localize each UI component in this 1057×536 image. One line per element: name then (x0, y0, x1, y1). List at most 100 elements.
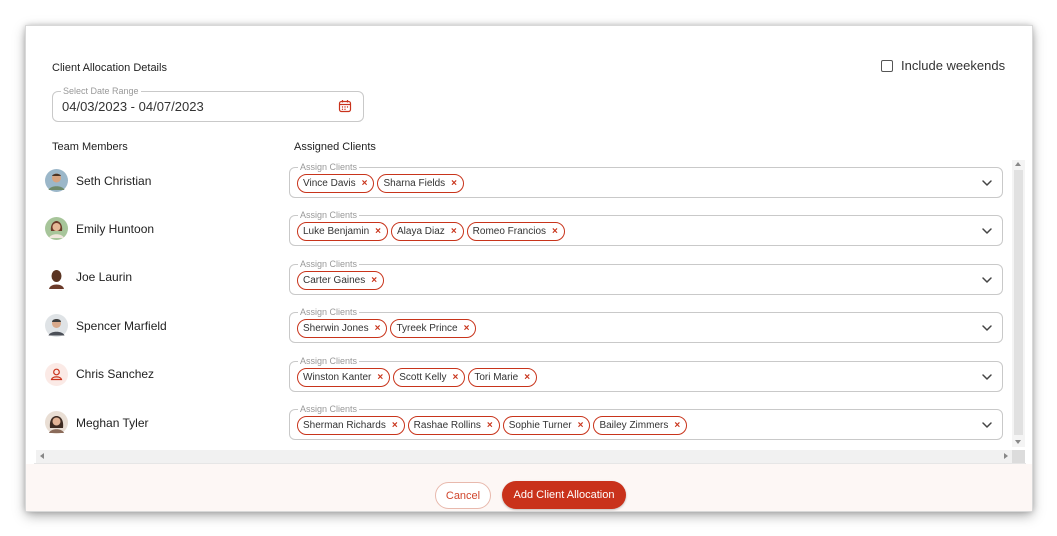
date-range-field[interactable]: Select Date Range 04/03/2023 - 04/07/202… (52, 85, 364, 122)
allocation-row: Meghan Tyler Assign Clients Sherman Richar… (34, 402, 1010, 446)
scroll-up-icon[interactable] (1015, 162, 1021, 166)
allocation-details-panel: Client Allocation Details Include weeken… (34, 30, 1026, 464)
client-chip[interactable]: Sharna Fields × (377, 174, 465, 193)
client-chip[interactable]: Sherman Richards × (297, 416, 405, 435)
client-chip[interactable]: Alaya Diaz × (391, 222, 464, 242)
remove-chip-icon[interactable]: × (375, 323, 381, 334)
include-weekends-toggle[interactable]: Include weekends (881, 58, 1005, 73)
client-chip[interactable]: Bailey Zimmers × (593, 416, 688, 435)
avatar-meghan-tyler (45, 411, 68, 434)
client-chip[interactable]: Vince Davis × (297, 174, 375, 193)
remove-chip-icon[interactable]: × (524, 372, 530, 383)
scroll-right-icon[interactable] (1004, 453, 1008, 459)
dialog-footer: Cancel Add Client Allocation (26, 464, 1032, 511)
remove-chip-icon[interactable]: × (392, 420, 398, 431)
client-chip[interactable]: Romeo Francios × (466, 222, 565, 242)
assign-clients-label: Assign Clients (298, 257, 360, 270)
scrollbar-thumb[interactable] (1014, 170, 1023, 435)
chevron-down-icon[interactable] (981, 274, 993, 286)
chevron-down-icon[interactable] (981, 177, 993, 189)
allocation-row: Joe Laurin Assign Clients Carter Gaines × (34, 257, 1010, 305)
vertical-scrollbar[interactable] (1012, 160, 1025, 447)
client-chip[interactable]: Scott Kelly × (393, 367, 466, 387)
include-weekends-label: Include weekends (901, 58, 1006, 73)
client-chip[interactable]: Rashae Rollins × (407, 416, 500, 435)
client-chip[interactable]: Tyreek Prince × (390, 319, 477, 339)
assign-clients-select[interactable]: Assign Clients Sherwin Jones × Tyreek Princ… (289, 306, 1003, 344)
allocation-row: Spencer Marfield Assign Clients Sherwin Jo… (34, 305, 1010, 353)
avatar-joe-laurin (45, 265, 68, 289)
remove-chip-icon[interactable]: × (362, 178, 368, 189)
remove-chip-icon[interactable]: × (451, 226, 457, 237)
client-chip[interactable]: Carter Gaines × (297, 270, 385, 290)
assign-clients-select[interactable]: Assign Clients Vince Davis × Sharna Fields × (289, 161, 1003, 198)
assign-clients-select[interactable]: Assign Clients Winston Kanter × Scott Kelly… (289, 354, 1003, 392)
scroll-down-icon[interactable] (1015, 440, 1021, 444)
avatar-emily-huntoon (45, 217, 68, 241)
scroll-left-icon[interactable] (40, 453, 44, 459)
team-member-name: Chris Sanchez (76, 367, 155, 382)
client-chip-list: Winston Kanter × Scott Kelly × Tori Marie × (297, 367, 538, 387)
chevron-down-icon[interactable] (981, 225, 993, 237)
assign-clients-select[interactable]: Assign Clients Carter Gaines × (289, 257, 1003, 295)
team-member-name: Joe Laurin (76, 270, 133, 285)
client-chip-list: Vince Davis × Sharna Fields × (297, 174, 465, 193)
client-chip-label: Luke Benjamin (303, 226, 370, 238)
chevron-down-icon[interactable] (981, 419, 993, 431)
client-allocation-dialog: Client Allocation Details Include weeken… (26, 26, 1032, 511)
calendar-icon[interactable] (338, 99, 352, 113)
client-chip[interactable]: Winston Kanter × (297, 367, 391, 387)
include-weekends-checkbox[interactable] (881, 59, 893, 72)
allocation-row: Seth Christian Assign Clients Vince Davis ×… (34, 160, 1010, 208)
assign-clients-label: Assign Clients (298, 209, 360, 222)
assign-clients-label: Assign Clients (298, 161, 360, 173)
team-member-name: Meghan Tyler (76, 415, 149, 430)
cancel-button[interactable]: Cancel (435, 482, 491, 509)
client-chip-label: Sherman Richards (303, 420, 386, 431)
team-member-name: Spencer Marfield (76, 318, 167, 333)
team-member: Seth Christian (45, 169, 151, 192)
section-title: Client Allocation Details (52, 62, 167, 74)
avatar-spencer-marfield (45, 314, 68, 338)
client-chip-list: Luke Benjamin × Alaya Diaz × Romeo Francios × (297, 222, 565, 242)
client-chip-label: Rashae Rollins (413, 420, 481, 431)
remove-chip-icon[interactable]: × (452, 372, 458, 383)
remove-chip-icon[interactable]: × (487, 420, 493, 431)
client-chip[interactable]: Sophie Turner × (502, 416, 591, 435)
client-chip-label: Tyreek Prince (396, 323, 458, 335)
team-member: Chris Sanchez (45, 362, 155, 386)
remove-chip-icon[interactable]: × (377, 372, 383, 383)
assign-clients-select[interactable]: Assign Clients Sherman Richards × Rashae Ro… (289, 403, 1003, 440)
allocation-rows: Seth Christian Assign Clients Vince Davis ×… (34, 160, 1010, 446)
assign-clients-select[interactable]: Assign Clients Luke Benjamin × Alaya Diaz × R… (289, 209, 1003, 247)
client-chip-label: Sophie Turner (508, 420, 572, 431)
remove-chip-icon[interactable]: × (578, 420, 584, 431)
chevron-down-icon[interactable] (981, 371, 993, 383)
date-range-label: Select Date Range (61, 85, 141, 97)
remove-chip-icon[interactable]: × (375, 226, 381, 237)
team-members-header: Team Members (52, 141, 128, 153)
client-chip[interactable]: Luke Benjamin × (297, 222, 388, 242)
team-member: Spencer Marfield (45, 314, 167, 338)
chevron-down-icon[interactable] (981, 322, 993, 334)
assign-clients-label: Assign Clients (298, 306, 360, 319)
team-member: Meghan Tyler (45, 411, 149, 434)
remove-chip-icon[interactable]: × (552, 226, 558, 237)
client-chip[interactable]: Tori Marie × (468, 367, 538, 387)
client-chip-list: Sherwin Jones × Tyreek Prince × (297, 319, 477, 339)
team-member: Emily Huntoon (45, 217, 154, 241)
client-chip-label: Romeo Francios (472, 226, 547, 238)
client-chip-label: Vince Davis (303, 178, 356, 189)
remove-chip-icon[interactable]: × (464, 323, 470, 334)
horizontal-scrollbar[interactable] (36, 450, 1012, 463)
remove-chip-icon[interactable]: × (674, 420, 680, 431)
add-client-allocation-button[interactable]: Add Client Allocation (502, 481, 626, 509)
date-range-value: 04/03/2023 - 04/07/2023 (62, 99, 204, 114)
client-chip-label: Bailey Zimmers (599, 420, 669, 431)
person-placeholder-icon (45, 362, 68, 386)
client-chip[interactable]: Sherwin Jones × (297, 319, 388, 339)
remove-chip-icon[interactable]: × (451, 178, 457, 189)
remove-chip-icon[interactable]: × (371, 275, 377, 286)
allocation-row: Chris Sanchez Assign Clients Winston Kante… (34, 354, 1010, 402)
team-member-name: Seth Christian (76, 173, 152, 188)
